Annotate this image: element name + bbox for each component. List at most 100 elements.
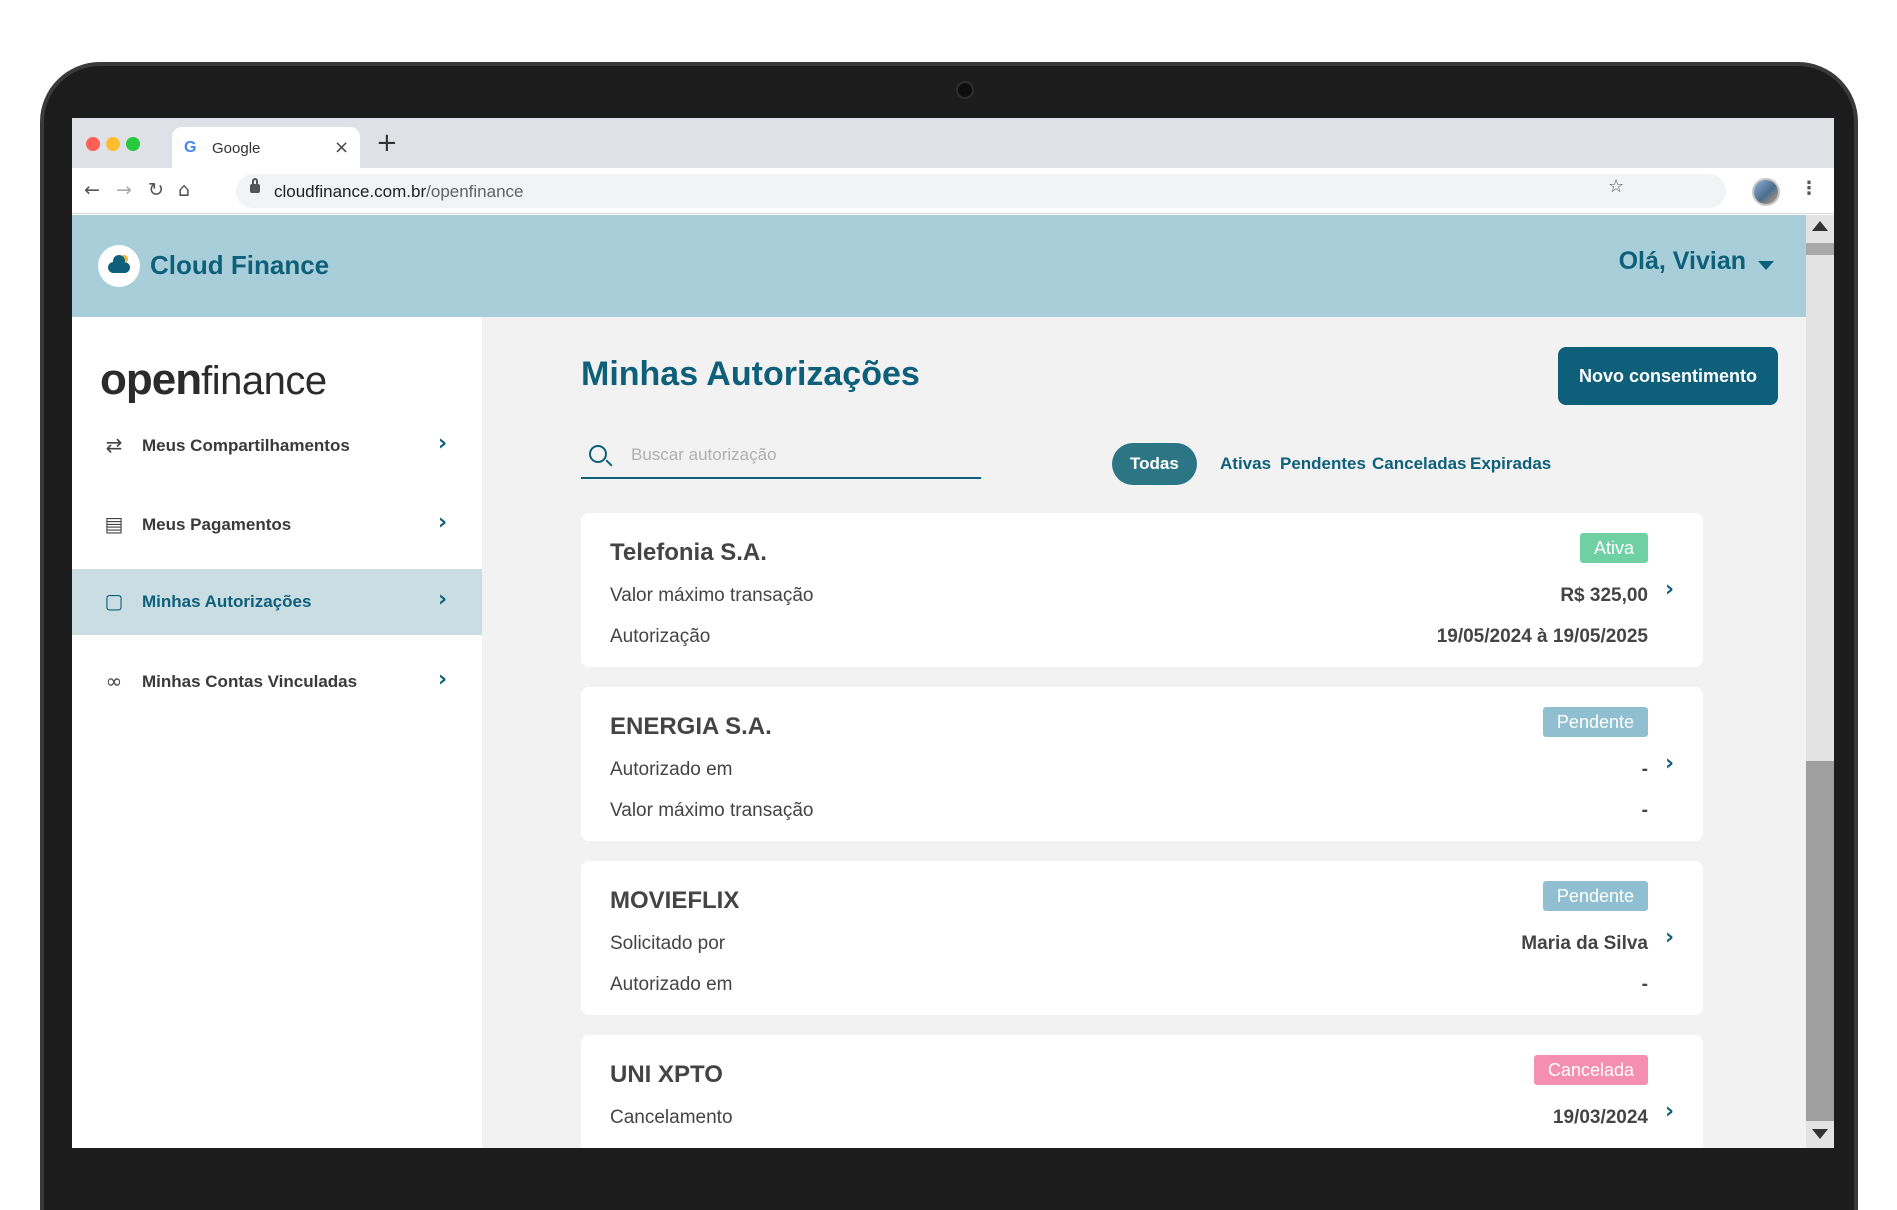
webcam	[956, 81, 974, 99]
row-label: Valor máximo transação	[610, 800, 814, 821]
chevron-right-icon[interactable]: ›	[1665, 751, 1674, 776]
filter-ativas[interactable]: Ativas	[1220, 443, 1271, 485]
chevron-right-icon: ›	[438, 431, 448, 456]
back-arrow-icon[interactable]: ←	[84, 179, 100, 201]
user-greeting[interactable]: Olá, Vivian	[1619, 247, 1746, 276]
scrollbar-track-marker	[1806, 243, 1834, 255]
open-finance-logo: openfinance	[100, 355, 327, 404]
sidebar-item-label: Minhas Autorizações	[142, 592, 312, 611]
scrollbar[interactable]	[1806, 215, 1834, 1148]
web-app: Cloud Finance Olá, Vivian openfinance ⇄ …	[72, 215, 1834, 1148]
chevron-down-icon[interactable]	[1758, 261, 1774, 270]
row-value: -	[1641, 974, 1648, 995]
address-bar[interactable]: cloudfinance.com.br/openfinance	[236, 174, 1726, 208]
row-value: R$ 325,00	[1560, 585, 1648, 606]
screen: G Google × + ← → ↻ ⌂ cloudfinance.com.br…	[72, 118, 1834, 1148]
url-text: cloudfinance.com.br/openfinance	[274, 182, 524, 201]
sidebar-item-compartilhamentos[interactable]: ⇄ Meus Compartilhamentos ›	[72, 413, 482, 479]
authorization-card[interactable]: UNI XPTO Cancelada Cancelamento 19/03/20…	[581, 1035, 1703, 1148]
more-menu-icon[interactable]: ⋮	[1800, 178, 1818, 199]
sidebar: openfinance ⇄ Meus Compartilhamentos › ▤…	[72, 317, 482, 1148]
sidebar-item-label: Meus Compartilhamentos	[142, 436, 350, 455]
google-favicon-icon: G	[184, 139, 197, 156]
status-badge: Cancelada	[1533, 1055, 1648, 1085]
authorization-card[interactable]: Telefonia S.A. Ativa Valor máximo transa…	[581, 513, 1703, 667]
brand-name[interactable]: Cloud Finance	[150, 250, 329, 281]
bookmark-star-icon[interactable]: ☆	[1608, 176, 1624, 197]
new-tab-icon[interactable]: +	[376, 128, 398, 158]
row-label: Solicitado por	[610, 933, 726, 954]
authorization-card[interactable]: ENERGIA S.A. Pendente Autorizado em - Va…	[581, 687, 1703, 841]
app-header: Cloud Finance Olá, Vivian	[72, 215, 1806, 317]
sync-icon: ⇄	[105, 433, 123, 457]
sidebar-item-pagamentos[interactable]: ▤ Meus Pagamentos ›	[72, 492, 482, 558]
window-close-button[interactable]	[86, 137, 100, 151]
card-row: Valor máximo transação R$ 325,00	[610, 585, 1648, 609]
row-label: Valor máximo transação	[610, 585, 814, 606]
chevron-right-icon: ›	[438, 587, 448, 612]
filter-todas[interactable]: Todas	[1112, 443, 1197, 485]
filter-pendentes[interactable]: Pendentes	[1280, 443, 1366, 485]
search-icon	[589, 445, 607, 463]
document-check-icon: ▢	[104, 589, 124, 613]
new-consent-button[interactable]: Novo consentimento	[1558, 347, 1778, 405]
sidebar-item-label: Minhas Contas Vinculadas	[142, 672, 358, 691]
card-title: Telefonia S.A.	[610, 539, 767, 566]
scroll-down-icon[interactable]	[1812, 1129, 1828, 1139]
status-filter-tabs: Todas Ativas Pendentes Canceladas Expira…	[1112, 443, 1778, 485]
reload-icon[interactable]: ↻	[148, 179, 164, 201]
filter-expiradas[interactable]: Expiradas	[1470, 443, 1551, 485]
status-badge: Ativa	[1579, 533, 1648, 563]
sidebar-item-autorizacoes[interactable]: ▢ Minhas Autorizações ›	[72, 569, 482, 635]
row-label: Autorização	[610, 626, 711, 647]
lock-icon	[250, 178, 260, 193]
row-value: 19/05/2024 à 19/05/2025	[1436, 626, 1648, 647]
scrollbar-thumb[interactable]	[1806, 761, 1834, 1121]
card-title: MOVIEFLIX	[610, 887, 740, 914]
browser-tab-bar: G Google × +	[72, 118, 1834, 168]
sidebar-item-label: Meus Pagamentos	[142, 515, 292, 534]
browser-toolbar: ← → ↻ ⌂ cloudfinance.com.br/openfinance …	[72, 168, 1834, 214]
tab-title: Google	[212, 140, 261, 157]
search-input[interactable]	[631, 445, 971, 465]
card-title: UNI XPTO	[610, 1061, 723, 1088]
link-icon: ∞	[105, 669, 123, 693]
main-content: Minhas Autorizações Novo consentimento T…	[482, 317, 1806, 1148]
row-label: Autorizado em	[610, 759, 733, 780]
window-minimize-button[interactable]	[106, 137, 120, 151]
card-row: Autorização 19/05/2024 à 19/05/2025	[610, 626, 1648, 650]
status-badge: Pendente	[1542, 881, 1648, 911]
sidebar-item-contas-vinculadas[interactable]: ∞ Minhas Contas Vinculadas ›	[72, 649, 482, 715]
filter-canceladas[interactable]: Canceladas	[1372, 443, 1467, 485]
card-row: Autorizado em -	[610, 759, 1648, 783]
scroll-up-icon[interactable]	[1812, 221, 1828, 231]
chevron-right-icon[interactable]: ›	[1665, 925, 1674, 950]
status-badge: Pendente	[1542, 707, 1648, 737]
card-row: Valor máximo transação -	[610, 800, 1648, 824]
row-value: -	[1641, 800, 1648, 821]
cloud-logo-icon	[98, 245, 140, 287]
row-value: -	[1641, 759, 1648, 780]
row-value: 19/03/2024	[1552, 1107, 1648, 1128]
search-field[interactable]	[581, 437, 981, 479]
authorization-card[interactable]: MOVIEFLIX Pendente Solicitado por Maria …	[581, 861, 1703, 1015]
chevron-right-icon: ›	[438, 667, 448, 692]
card-row: Solicitado por Maria da Silva	[610, 933, 1648, 957]
forward-arrow-icon[interactable]: →	[116, 179, 132, 201]
card-row: Cancelamento 19/03/2024	[610, 1107, 1648, 1131]
row-value: Maria da Silva	[1521, 933, 1648, 954]
browser-tab[interactable]: G Google ×	[172, 127, 360, 168]
tab-close-icon[interactable]: ×	[334, 137, 349, 158]
chevron-right-icon: ›	[438, 510, 448, 535]
chevron-right-icon[interactable]: ›	[1665, 577, 1674, 602]
home-icon[interactable]: ⌂	[178, 179, 190, 201]
row-label: Cancelamento	[610, 1107, 733, 1128]
profile-avatar[interactable]	[1752, 178, 1780, 206]
chevron-right-icon[interactable]: ›	[1665, 1099, 1674, 1124]
row-label: Autorizado em	[610, 974, 733, 995]
page-title: Minhas Autorizações	[581, 355, 920, 393]
card-row: Autorizado em -	[610, 974, 1648, 998]
window-maximize-button[interactable]	[126, 137, 140, 151]
card-title: ENERGIA S.A.	[610, 713, 772, 740]
payment-icon: ▤	[104, 512, 124, 536]
